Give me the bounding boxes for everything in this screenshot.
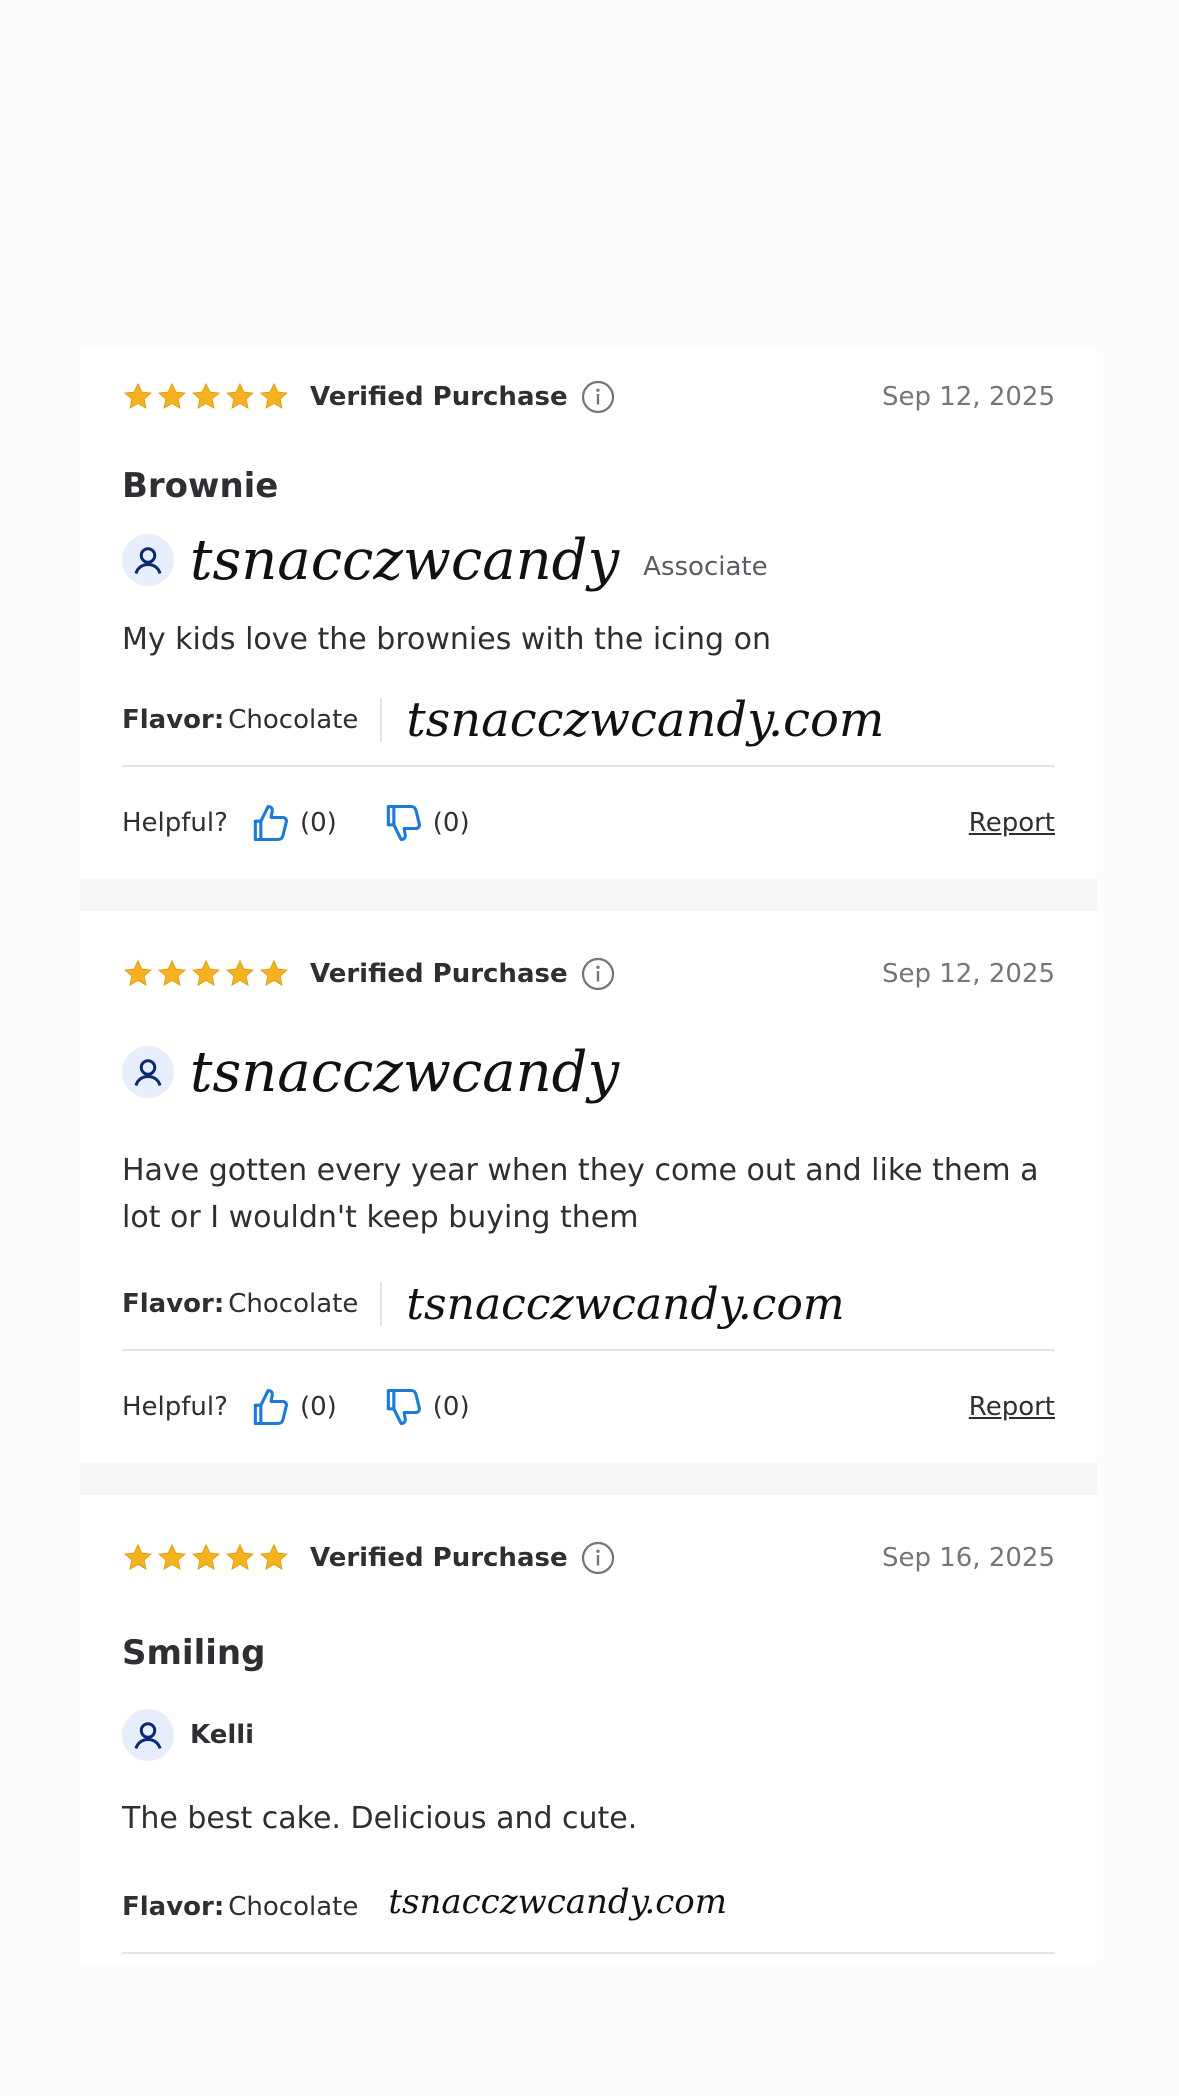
review-card: Verified Purchase Sep 16, 2025 Smiling K… [80, 1495, 1097, 1962]
reviewer-name: Kelli [190, 1720, 255, 1750]
thumbs-down-icon[interactable] [381, 801, 425, 845]
review-card: Verified Purchase Sep 12, 2025 Brownie t… [80, 348, 1097, 879]
helpful-label: Helpful? [122, 808, 228, 838]
avatar [122, 1046, 174, 1098]
review-date: Sep 12, 2025 [881, 382, 1055, 412]
helpful-row: Helpful? (0) (0) Report [122, 767, 1055, 879]
watermark-text: tsnacczwcandy.com [388, 1882, 727, 1922]
report-link[interactable]: Report [969, 808, 1055, 838]
flavor-value: Chocolate [228, 705, 359, 735]
reviewer-name: tsnacczwcandy [190, 527, 620, 593]
reviewer-row: tsnacczwcandy Associate [122, 518, 1055, 602]
reviewer-name: tsnacczwcandy [190, 1039, 620, 1105]
star-icon [225, 382, 255, 409]
flavor-row: Flavor: Chocolate tsnacczwcandy.com [122, 675, 1055, 765]
star-rating [122, 381, 290, 413]
thumbs-down-icon[interactable] [381, 1385, 425, 1429]
watermark-text: tsnacczwcandy.com [406, 692, 885, 748]
flavor-separator [380, 698, 383, 742]
info-icon[interactable] [580, 379, 616, 415]
star-icon [225, 959, 255, 986]
helpful-row: Helpful? (0) (0) Report [122, 1351, 1055, 1463]
thumbs-up-icon[interactable] [248, 801, 292, 845]
review-body: The best cake. Delicious and cute. [122, 1801, 638, 1836]
star-icon [191, 959, 221, 986]
info-icon[interactable] [580, 956, 616, 992]
verified-purchase-label: Verified Purchase [310, 1543, 568, 1573]
review-header: Verified Purchase Sep 12, 2025 [122, 911, 1055, 1037]
flavor-value: Chocolate [228, 1289, 359, 1319]
avatar [122, 534, 174, 586]
review-title: Smiling [122, 1633, 266, 1673]
reviewer-badge: Associate [643, 552, 768, 582]
star-icon [157, 1543, 187, 1570]
star-icon [191, 1543, 221, 1570]
star-icon [123, 959, 153, 986]
flavor-label: Flavor: [122, 1289, 225, 1319]
review-header: Verified Purchase Sep 16, 2025 [122, 1495, 1055, 1621]
reviewer-row: tsnacczwcandy [122, 1037, 1055, 1107]
user-avatar-icon [134, 547, 162, 574]
verified-purchase-label: Verified Purchase [310, 959, 568, 989]
flavor-label: Flavor: [122, 1892, 225, 1922]
user-avatar-icon [134, 1722, 162, 1749]
review-card: Verified Purchase Sep 12, 2025 tsnacczwc… [80, 911, 1097, 1463]
divider [122, 1952, 1055, 1954]
review-body: Have gotten every year when they come ou… [122, 1153, 1039, 1235]
star-icon [123, 1543, 153, 1570]
watermark-text: tsnacczwcandy.com [406, 1278, 845, 1330]
card-gap [80, 1463, 1097, 1495]
star-icon [259, 1543, 289, 1570]
review-body: My kids love the brownies with the icing… [122, 622, 771, 657]
helpful-no-count: (0) [432, 808, 470, 838]
star-icon [259, 959, 289, 986]
card-gap [80, 879, 1097, 911]
info-icon[interactable] [580, 1540, 616, 1576]
review-header: Verified Purchase Sep 12, 2025 [122, 348, 1055, 446]
review-date: Sep 12, 2025 [881, 959, 1055, 989]
thumbs-up-icon[interactable] [248, 1385, 292, 1429]
flavor-value: Chocolate [228, 1892, 359, 1922]
reviewer-row: Kelli [122, 1685, 1055, 1785]
star-icon [157, 382, 187, 409]
review-date: Sep 16, 2025 [881, 1543, 1055, 1573]
star-rating [122, 958, 290, 990]
avatar [122, 1709, 174, 1761]
flavor-separator [380, 1282, 383, 1326]
user-avatar-icon [134, 1059, 162, 1086]
star-icon [259, 382, 289, 409]
star-rating [122, 1542, 290, 1574]
star-icon [157, 959, 187, 986]
helpful-no-count: (0) [432, 1392, 470, 1422]
flavor-row: Flavor: Chocolate tsnacczwcandy.com [122, 1259, 1055, 1349]
review-title: Brownie [122, 466, 279, 506]
report-link[interactable]: Report [969, 1392, 1055, 1422]
star-icon [123, 382, 153, 409]
star-icon [191, 382, 221, 409]
star-icon [225, 1543, 255, 1570]
reviews-list: Verified Purchase Sep 12, 2025 Brownie t… [80, 348, 1097, 1962]
flavor-row: Flavor: Chocolate tsnacczwcandy.com [122, 1862, 1055, 1952]
flavor-label: Flavor: [122, 705, 225, 735]
helpful-yes-count: (0) [299, 808, 337, 838]
helpful-label: Helpful? [122, 1392, 228, 1422]
helpful-yes-count: (0) [299, 1392, 337, 1422]
verified-purchase-label: Verified Purchase [310, 382, 568, 412]
